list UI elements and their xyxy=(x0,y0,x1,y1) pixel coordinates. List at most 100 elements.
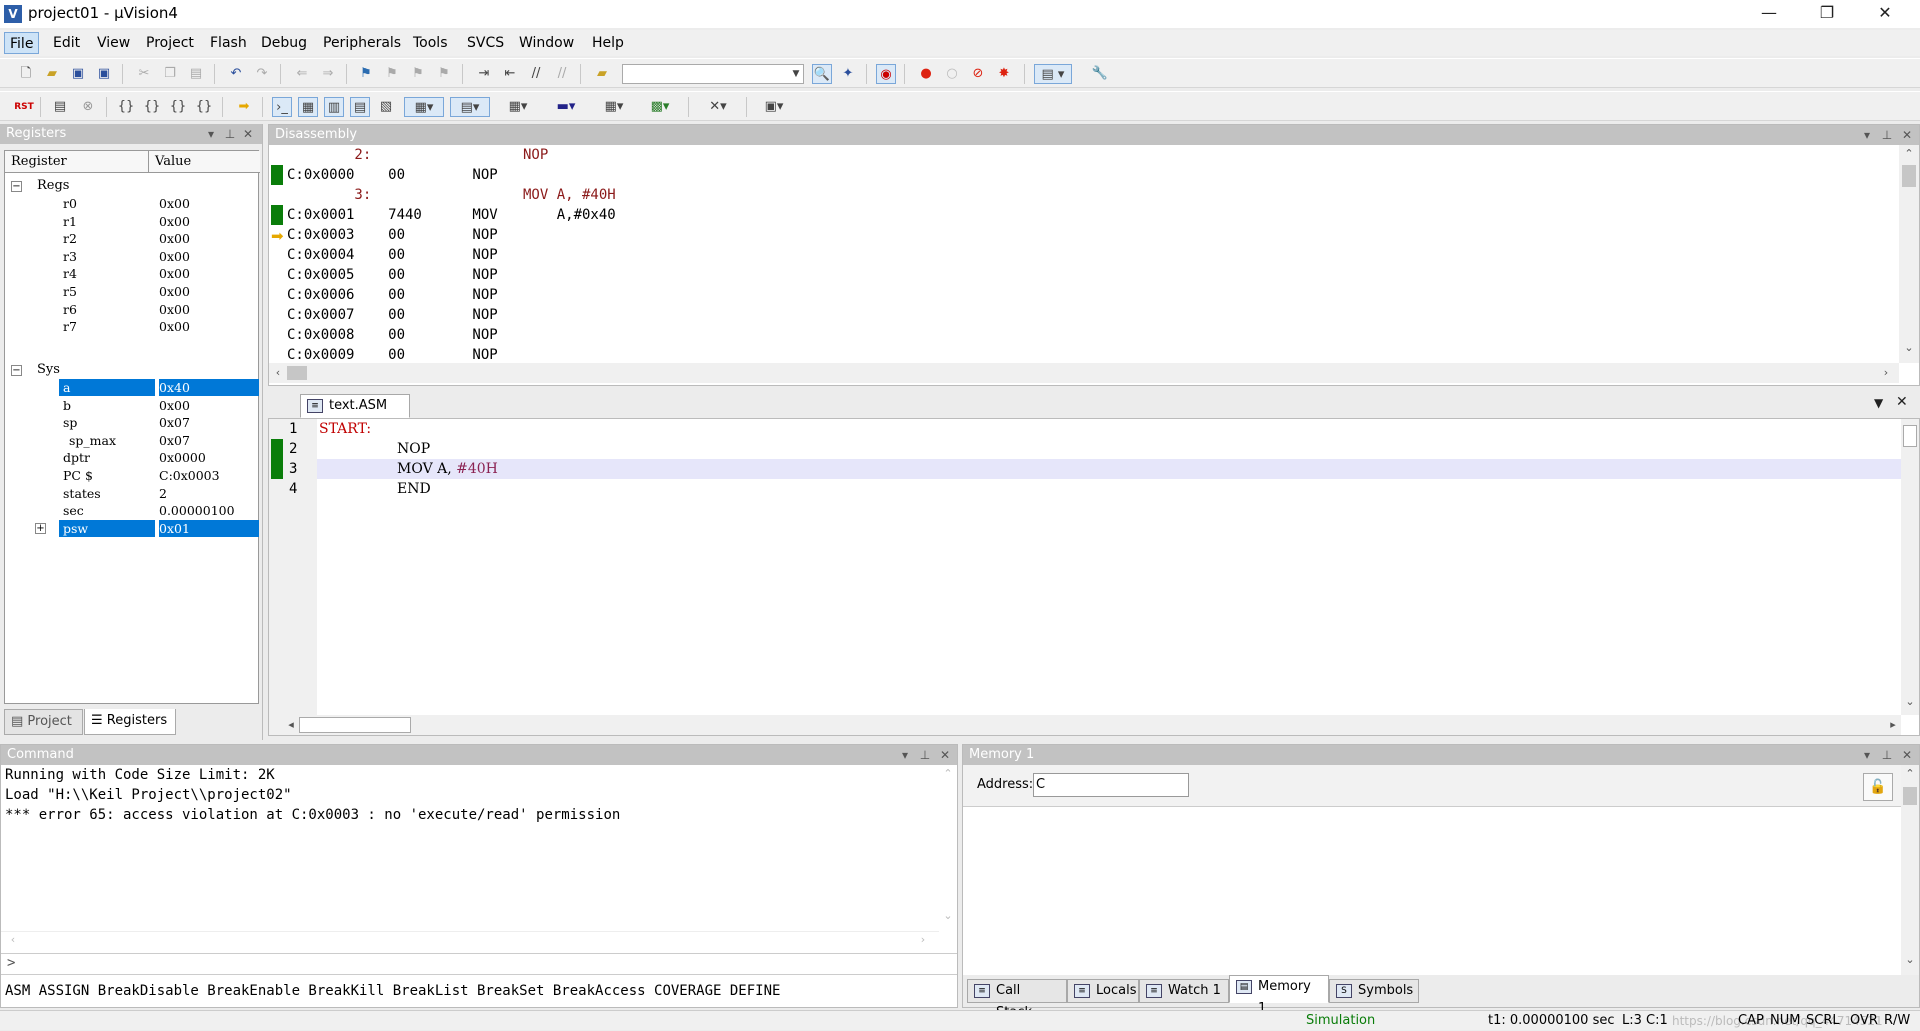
disasm-line[interactable]: C:0x0004 00 NOP xyxy=(287,245,498,265)
panel-dropdown-icon[interactable]: ▾ xyxy=(1859,745,1875,765)
step-into-icon[interactable]: {} xyxy=(116,97,136,117)
menu-debug[interactable]: Debug xyxy=(256,32,312,54)
scroll-down-icon[interactable]: ⌄ xyxy=(1901,695,1919,708)
serial-window-icon[interactable]: ▦▾ xyxy=(498,97,538,117)
register-col-header[interactable]: Register xyxy=(5,151,149,173)
toolbox-icon[interactable]: ✕▾ xyxy=(698,97,738,117)
find-icon[interactable]: 🔍 xyxy=(812,64,832,84)
code-label[interactable]: START: xyxy=(319,419,371,439)
scroll-up-icon[interactable]: ⌃ xyxy=(1901,767,1919,780)
chevron-down-icon[interactable]: ▼ xyxy=(786,64,806,84)
scroll-up-icon[interactable]: ⌃ xyxy=(1899,147,1919,160)
panel-pin-icon[interactable]: ⊥ xyxy=(222,124,238,144)
panel-dropdown-icon[interactable]: ▾ xyxy=(897,745,913,765)
memory-window-icon[interactable]: ▤▾ xyxy=(450,97,490,117)
panel-close-icon[interactable]: ✕ xyxy=(1899,125,1915,145)
scroll-thumb[interactable] xyxy=(1903,787,1917,805)
register-row[interactable]: r4 0x00 xyxy=(5,265,263,282)
command-vscrollbar[interactable]: ⌃ ⌄ xyxy=(939,765,957,931)
editor-vscrollbar[interactable]: ⌄ xyxy=(1901,419,1919,715)
registers-tab[interactable]: ☰ Registers xyxy=(84,709,176,735)
disassembly-window-icon[interactable]: ▦ xyxy=(298,97,318,117)
register-row[interactable]: + psw 0x01 xyxy=(5,519,263,537)
register-row[interactable]: b 0x00 xyxy=(5,397,263,414)
system-viewer-icon[interactable]: ▩▾ xyxy=(640,97,680,117)
tab-memory-1[interactable]: ▤ Memory 1 xyxy=(1229,975,1329,1016)
comment-icon[interactable]: // xyxy=(526,64,546,84)
disasm-line[interactable]: 2: NOP xyxy=(287,145,548,165)
scroll-left-icon[interactable]: ◂ xyxy=(285,718,297,731)
panel-close-icon[interactable]: ✕ xyxy=(937,745,953,765)
new-file-icon[interactable]: 🗋 xyxy=(16,64,36,84)
menu-help[interactable]: Help xyxy=(587,32,629,54)
kill-all-breakpoints-icon[interactable]: ✸ xyxy=(994,64,1014,84)
watch-window-icon[interactable]: ▦▾ xyxy=(404,97,444,117)
step-out-icon[interactable]: {} xyxy=(168,97,188,117)
scroll-down-icon[interactable]: ⌄ xyxy=(1899,341,1919,354)
expand-icon[interactable]: + xyxy=(35,522,46,534)
disasm-line[interactable]: C:0x0007 00 NOP xyxy=(287,305,498,325)
stop-icon[interactable]: ⊗ xyxy=(78,97,98,117)
disasm-vscrollbar[interactable]: ⌃ ⌄ xyxy=(1899,145,1919,363)
tab-symbols[interactable]: S Symbols xyxy=(1329,979,1419,1003)
editor-hscrollbar[interactable]: ◂ ▸ xyxy=(283,715,1901,735)
panel-dropdown-icon[interactable]: ▾ xyxy=(203,124,219,144)
find-in-files-icon[interactable]: ▰ xyxy=(592,64,612,84)
sys-group[interactable]: Sys xyxy=(37,362,60,377)
command-output[interactable]: Running with Code Size Limit: 2K Load "H… xyxy=(1,765,939,931)
disasm-line[interactable]: C:0x0009 00 NOP xyxy=(287,345,498,363)
collapse-icon[interactable]: − xyxy=(11,365,22,376)
tab-list-dropdown-icon[interactable]: ▼ xyxy=(1874,396,1883,410)
disable-breakpoint-icon[interactable]: ○ xyxy=(942,64,962,84)
uncomment-icon[interactable]: // xyxy=(552,64,572,84)
restore-button[interactable]: ❐ xyxy=(1798,0,1856,28)
save-icon[interactable]: ▣ xyxy=(68,64,88,84)
code-line[interactable]: END xyxy=(397,479,431,499)
command-hscrollbar[interactable]: ‹ › xyxy=(1,931,939,949)
panel-pin-icon[interactable]: ⊥ xyxy=(917,745,933,765)
close-tab-icon[interactable]: ✕ xyxy=(1896,394,1908,410)
scroll-up-icon[interactable]: ⌃ xyxy=(939,767,957,780)
panel-pin-icon[interactable]: ⊥ xyxy=(1879,125,1895,145)
panel-close-icon[interactable]: ✕ xyxy=(1899,745,1915,765)
regs-group[interactable]: Regs xyxy=(37,178,69,193)
menu-svcs[interactable]: SVCS xyxy=(462,32,509,54)
window-layout-icon[interactable]: ▤ ▾ xyxy=(1034,64,1072,84)
cut-icon[interactable]: ✂ xyxy=(134,64,154,84)
scroll-right-icon[interactable]: › xyxy=(917,933,929,946)
menu-window[interactable]: Window xyxy=(514,32,579,54)
paste-icon[interactable]: ▤ xyxy=(186,64,206,84)
minimize-button[interactable]: — xyxy=(1740,0,1798,28)
disasm-hscrollbar[interactable]: ‹ › xyxy=(269,363,1899,383)
scroll-thumb[interactable] xyxy=(1902,165,1916,187)
command-window-icon[interactable]: ›_ xyxy=(272,97,292,117)
register-row[interactable]: r7 0x00 xyxy=(5,318,263,335)
menu-file[interactable]: File xyxy=(4,32,40,54)
disassembly-view[interactable]: ➡ 2: NOP C:0x0000 00 NOP 3: MOV A, #40H … xyxy=(269,145,1899,363)
disasm-line[interactable]: C:0x0008 00 NOP xyxy=(287,325,498,345)
disasm-line[interactable]: C:0x0006 00 NOP xyxy=(287,285,498,305)
call-stack-window-icon[interactable]: ▧ xyxy=(376,97,396,117)
unindent-icon[interactable]: ⇤ xyxy=(500,64,520,84)
indent-icon[interactable]: ⇥ xyxy=(474,64,494,84)
code-line[interactable]: NOP xyxy=(397,439,430,459)
register-row[interactable]: r0 0x00 xyxy=(5,195,263,212)
nav-back-icon[interactable]: ⇐ xyxy=(292,64,312,84)
clear-bookmarks-icon[interactable]: ⚑ xyxy=(434,64,454,84)
run-icon[interactable]: ▤ xyxy=(50,97,70,117)
register-row[interactable]: r1 0x00 xyxy=(5,213,263,230)
panel-close-icon[interactable]: ✕ xyxy=(240,124,256,144)
run-to-cursor-icon[interactable]: {} xyxy=(194,97,214,117)
disable-all-breakpoints-icon[interactable]: ⊘ xyxy=(968,64,988,84)
register-row[interactable]: sec 0.00000100 xyxy=(5,502,263,519)
menu-peripherals[interactable]: Peripherals xyxy=(318,32,406,54)
registers-window-icon[interactable]: ▤ xyxy=(350,97,370,117)
trace-window-icon[interactable]: ▦▾ xyxy=(594,97,634,117)
save-all-icon[interactable]: ▣ xyxy=(94,64,114,84)
scroll-thumb[interactable] xyxy=(287,366,307,380)
editor-view[interactable]: 1 2 3 4 START: NOP MOV A, #40H END ⌄ ◂ ▸ xyxy=(268,418,1920,736)
disasm-line[interactable]: C:0x0000 00 NOP xyxy=(287,165,498,185)
debug-session-icon[interactable]: ◉ xyxy=(876,64,896,84)
prev-bookmark-icon[interactable]: ⚑ xyxy=(382,64,402,84)
disasm-line[interactable]: C:0x0001 7440 MOV A,#0x40 xyxy=(287,205,616,225)
